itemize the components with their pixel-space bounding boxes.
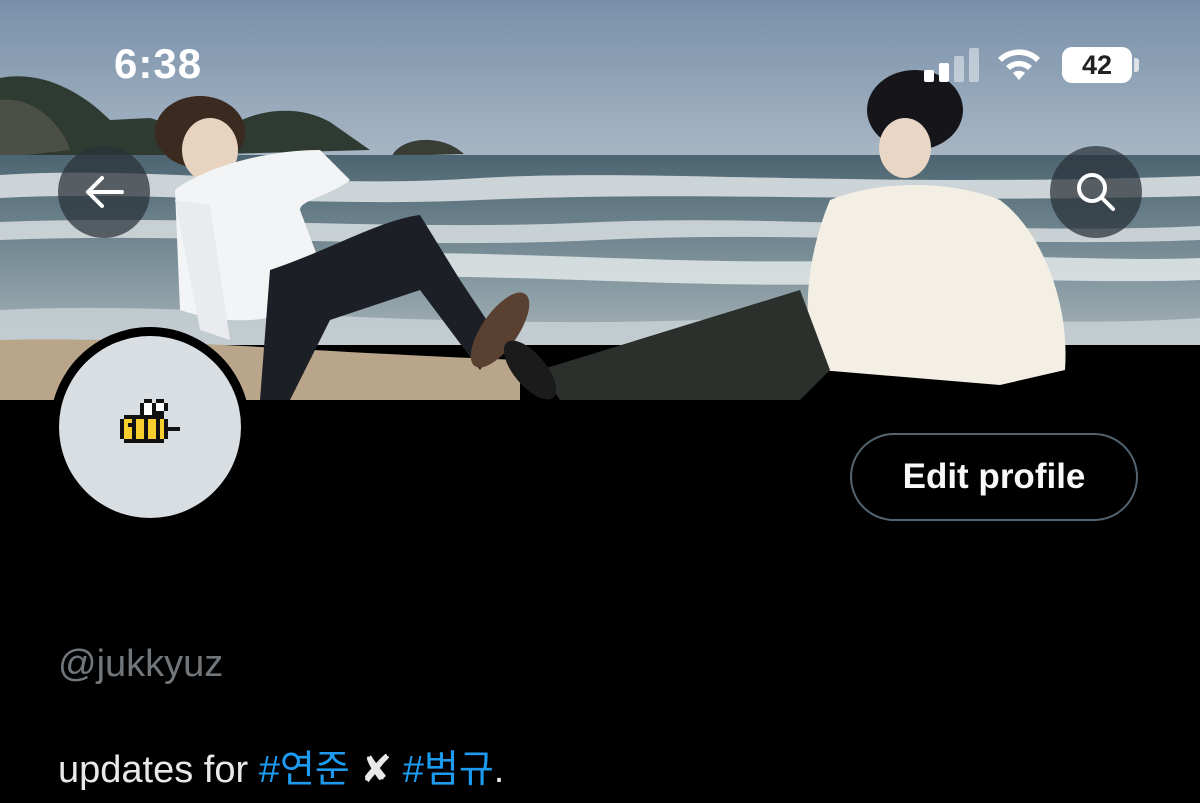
status-time: 6:38 — [114, 40, 203, 87]
battery-level: 42 — [1081, 49, 1113, 80]
avatar-image — [59, 336, 241, 518]
bio-separator: ✘ — [349, 749, 403, 791]
bio-suffix: . — [493, 749, 505, 791]
profile-bio: updates for #연준 ✘ #범규. — [58, 738, 504, 793]
back-button[interactable] — [58, 146, 150, 238]
profile-avatar[interactable] — [50, 327, 250, 527]
battery-tip — [1134, 58, 1139, 72]
profile-handle: @jukkyuz — [58, 643, 224, 685]
battery-indicator: 42 — [1062, 47, 1132, 83]
hashtag-link-yeonjun[interactable]: #연준 — [259, 749, 350, 791]
wifi-icon — [998, 49, 1040, 80]
hashtag-link-beomgyu[interactable]: #범규 — [403, 749, 494, 791]
search-button[interactable] — [1050, 146, 1142, 238]
back-arrow-icon — [86, 176, 124, 208]
bee-icon — [120, 399, 180, 443]
edit-profile-button[interactable]: Edit profile — [850, 433, 1138, 521]
bio-prefix: updates for — [58, 749, 259, 791]
cellular-signal-icon — [924, 48, 979, 82]
search-icon — [1077, 173, 1115, 211]
